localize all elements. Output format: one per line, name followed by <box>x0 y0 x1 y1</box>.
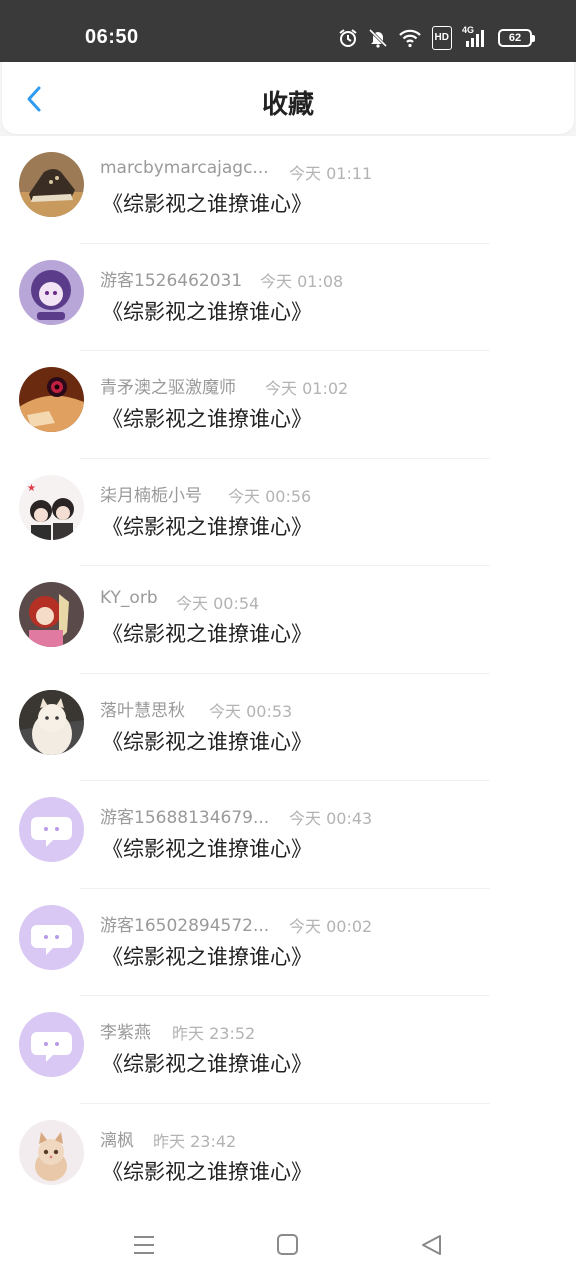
avatar[interactable]: ★ <box>19 474 84 540</box>
user-name: 游客1526462031 <box>100 270 243 291</box>
timestamp: 今天 01:02 <box>265 379 349 398</box>
favorite-content: 《综影视之谁撩谁心》 <box>102 837 312 861</box>
favorite-content: 《综影视之谁撩谁心》 <box>102 407 312 431</box>
avatar[interactable] <box>19 152 84 217</box>
avatar[interactable] <box>19 1119 84 1185</box>
timestamp: 今天 00:43 <box>289 809 373 828</box>
list-item[interactable]: 漓枫 昨天 23:42 《综影视之谁撩谁心》 <box>0 1104 576 1211</box>
battery-indicator: 62 <box>498 29 535 47</box>
favorite-content: 《综影视之谁撩谁心》 <box>102 514 312 539</box>
user-name: marcbymarcajagc... <box>100 158 269 178</box>
user-name: 游客15688134679... <box>100 808 270 828</box>
timestamp: 今天 01:08 <box>260 271 344 291</box>
timestamp: 今天 00:56 <box>228 486 312 506</box>
avatar[interactable] <box>19 904 84 970</box>
page-title: 收藏 <box>261 90 314 120</box>
avatar[interactable] <box>19 582 84 647</box>
timestamp: 今天 00:53 <box>209 701 293 721</box>
avatar[interactable] <box>19 1012 84 1077</box>
signal-icon: 4G <box>462 25 488 49</box>
list-item[interactable]: marcbymarcajagc... 今天 01:11 《综影视之谁撩谁心》 <box>0 136 576 244</box>
favorite-content: 《综影视之谁撩谁心》 <box>102 1052 312 1076</box>
favorite-content: 《综影视之谁撩谁心》 <box>102 622 312 646</box>
timestamp: 昨天 23:52 <box>172 1024 256 1043</box>
user-name: 漓枫 <box>100 1130 134 1151</box>
system-nav-bar <box>0 1210 576 1280</box>
back-nav-button[interactable] <box>419 1232 445 1258</box>
status-bar: 06:50 HD 4G 62 <box>0 0 576 62</box>
mute-icon <box>368 26 388 50</box>
avatar[interactable] <box>19 797 84 862</box>
favorite-content: 《综影视之谁撩谁心》 <box>102 944 312 969</box>
favorite-content: 《综影视之谁撩谁心》 <box>102 192 312 216</box>
user-name: 李紫燕 <box>100 1023 151 1043</box>
list-item[interactable]: KY_orb 今天 00:54 《综影视之谁撩谁心》 <box>0 566 576 674</box>
wifi-icon <box>398 26 422 50</box>
timestamp: 今天 00:02 <box>289 916 373 936</box>
timestamp: 今天 01:11 <box>289 164 373 183</box>
user-name: KY_orb <box>100 588 158 608</box>
list-item[interactable]: 游客16502894572... 今天 00:02 《综影视之谁撩谁心》 <box>0 889 576 996</box>
list-item[interactable]: 游客15688134679... 今天 00:43 《综影视之谁撩谁心》 <box>0 781 576 889</box>
list-item[interactable]: 青矛澳之驱激魔师 今天 01:02 《综影视之谁撩谁心》 <box>0 351 576 459</box>
favorite-content: 《综影视之谁撩谁心》 <box>102 729 312 754</box>
user-name: 青矛澳之驱激魔师 <box>100 378 236 398</box>
alarm-icon <box>338 26 358 50</box>
status-icons: HD 4G 62 <box>338 25 535 50</box>
menu-icon <box>134 1236 154 1254</box>
list-item[interactable]: 李紫燕 昨天 23:52 《综影视之谁撩谁心》 <box>0 996 576 1104</box>
timestamp: 今天 00:54 <box>176 594 260 613</box>
favorite-content: 《综影视之谁撩谁心》 <box>102 299 312 324</box>
home-square-icon <box>277 1234 298 1255</box>
menu-button[interactable] <box>131 1232 157 1258</box>
favorite-content: 《综影视之谁撩谁心》 <box>102 1159 312 1184</box>
list-item[interactable]: 游客1526462031 今天 01:08 《综影视之谁撩谁心》 <box>0 244 576 351</box>
list-item[interactable]: ★ 柒月楠栀小号 今天 00:56 《综影视之谁撩谁心》 <box>0 459 576 566</box>
list-item[interactable]: 落叶慧思秋 今天 00:53 《综影视之谁撩谁心》 <box>0 674 576 781</box>
svg-text:★: ★ <box>27 483 36 494</box>
header-bar: 收藏 <box>2 62 574 134</box>
avatar[interactable] <box>19 689 84 755</box>
hd-badge: HD <box>431 26 452 50</box>
user-name: 落叶慧思秋 <box>100 700 185 721</box>
triangle-back-icon <box>422 1235 441 1255</box>
avatar[interactable] <box>19 367 84 432</box>
user-name: 柒月楠栀小号 <box>100 485 202 506</box>
avatar[interactable] <box>19 259 84 325</box>
favorites-list: marcbymarcajagc... 今天 01:11 《综影视之谁撩谁心》 游… <box>0 136 576 1211</box>
home-button[interactable] <box>275 1232 301 1258</box>
timestamp: 昨天 23:42 <box>153 1131 237 1151</box>
user-name: 游客16502894572... <box>100 915 270 936</box>
status-time: 06:50 <box>85 26 139 48</box>
